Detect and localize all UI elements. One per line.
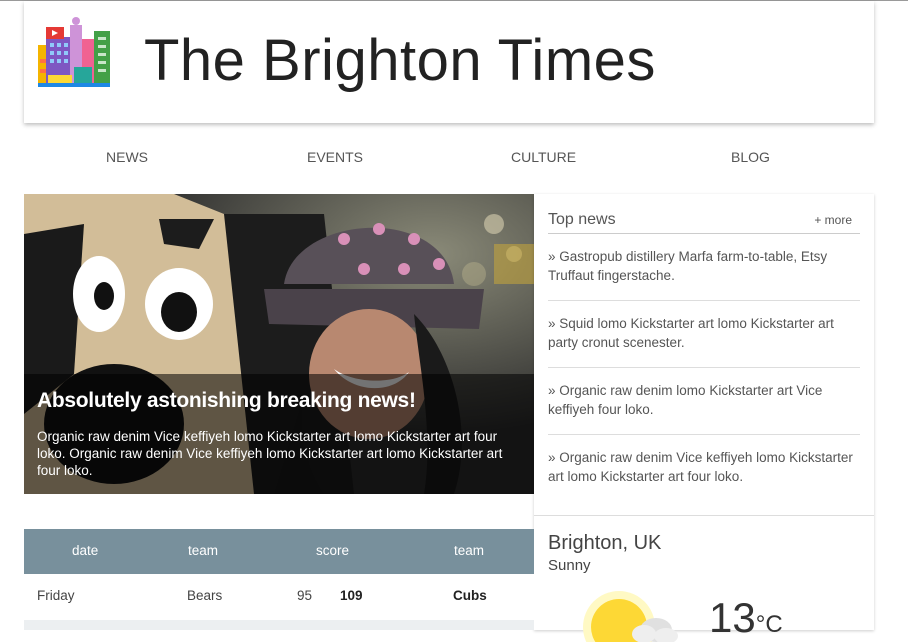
weather-city: Brighton, UK xyxy=(548,532,662,554)
top-news-title: Top news xyxy=(548,211,616,228)
city-logo-icon[interactable] xyxy=(38,15,110,87)
col-header-team: team xyxy=(454,543,485,558)
news-item[interactable]: » Squid lomo Kickstarter art lomo Kickst… xyxy=(548,314,853,352)
weather-condition: Sunny xyxy=(548,557,591,574)
news-divider xyxy=(548,300,860,301)
news-item[interactable]: » Gastropub distillery Marfa farm-to-tab… xyxy=(548,247,853,285)
nav-item-news[interactable]: NEWS xyxy=(106,149,148,165)
news-divider xyxy=(548,367,860,368)
cell-team1: Bears xyxy=(187,588,223,603)
col-header-score: score xyxy=(316,543,350,558)
sidebar-divider xyxy=(534,515,874,516)
cell-team2: Cubs xyxy=(453,588,487,603)
scores-table-header: date team score team xyxy=(24,529,534,574)
cell-date: Friday xyxy=(37,588,75,603)
col-header-team: team xyxy=(188,543,219,558)
hero-story[interactable]: Absolutely astonishing breaking news! Or… xyxy=(24,194,534,494)
news-divider xyxy=(548,434,860,435)
cell-score2: 109 xyxy=(340,588,363,603)
table-row[interactable]: Friday Bears 95 109 Cubs xyxy=(24,574,534,620)
news-item[interactable]: » Organic raw denim lomo Kickstarter art… xyxy=(548,381,853,419)
masthead: The Brighton Times xyxy=(24,1,874,123)
sun-cloud-icon xyxy=(583,591,678,642)
news-item[interactable]: » Organic raw denim Vice keffiyeh lomo K… xyxy=(548,448,853,486)
main-nav: NEWS EVENTS CULTURE BLOG xyxy=(24,149,874,169)
nav-item-events[interactable]: EVENTS xyxy=(307,149,363,165)
col-header-date: date xyxy=(72,543,99,558)
weather-temp-unit: °C xyxy=(755,611,783,638)
scores-table: date team score team Friday Bears 95 109… xyxy=(24,529,534,630)
weather-temperature: 13°C xyxy=(709,594,783,642)
sidebar: Top news + more » Gastropub distillery M… xyxy=(534,194,874,642)
nav-item-blog[interactable]: BLOG xyxy=(731,149,770,165)
weather-temp-value: 13 xyxy=(709,594,756,641)
hero-headline[interactable]: Absolutely astonishing breaking news! xyxy=(37,389,527,413)
top-news-more-link[interactable]: + more xyxy=(814,213,852,227)
nav-item-culture[interactable]: CULTURE xyxy=(511,149,576,165)
site-title[interactable]: The Brighton Times xyxy=(144,27,656,94)
cell-score1: 95 xyxy=(297,588,313,603)
top-news-rule xyxy=(548,233,860,234)
hero-summary: Organic raw denim Vice keffiyeh lomo Kic… xyxy=(37,429,503,478)
